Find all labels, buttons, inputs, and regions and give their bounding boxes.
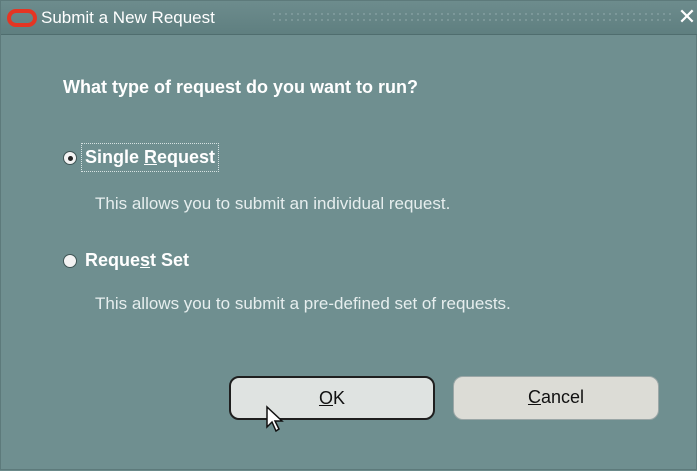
request-set-label[interactable]: Request Set bbox=[85, 250, 189, 271]
oracle-logo-icon bbox=[7, 9, 37, 27]
cancel-button[interactable]: Cancel bbox=[453, 376, 659, 420]
single-request-radio[interactable] bbox=[63, 151, 77, 165]
ok-button[interactable]: OK bbox=[229, 376, 435, 420]
request-set-radio[interactable] bbox=[63, 254, 77, 268]
request-set-description: This allows you to submit a pre-defined … bbox=[95, 294, 511, 313]
titlebar[interactable]: Submit a New Request ✕ bbox=[1, 1, 697, 35]
titlebar-texture bbox=[271, 11, 673, 25]
single-request-description: This allows you to submit an individual … bbox=[95, 194, 451, 213]
single-request-label[interactable]: Single Request bbox=[80, 143, 220, 172]
mouse-pointer-icon bbox=[266, 405, 284, 433]
window-title: Submit a New Request bbox=[41, 8, 215, 27]
close-icon[interactable]: ✕ bbox=[676, 5, 697, 29]
dialog-question: What type of request do you want to run? bbox=[63, 77, 418, 97]
submit-request-dialog: Submit a New Request ✕ What type of requ… bbox=[0, 0, 697, 470]
